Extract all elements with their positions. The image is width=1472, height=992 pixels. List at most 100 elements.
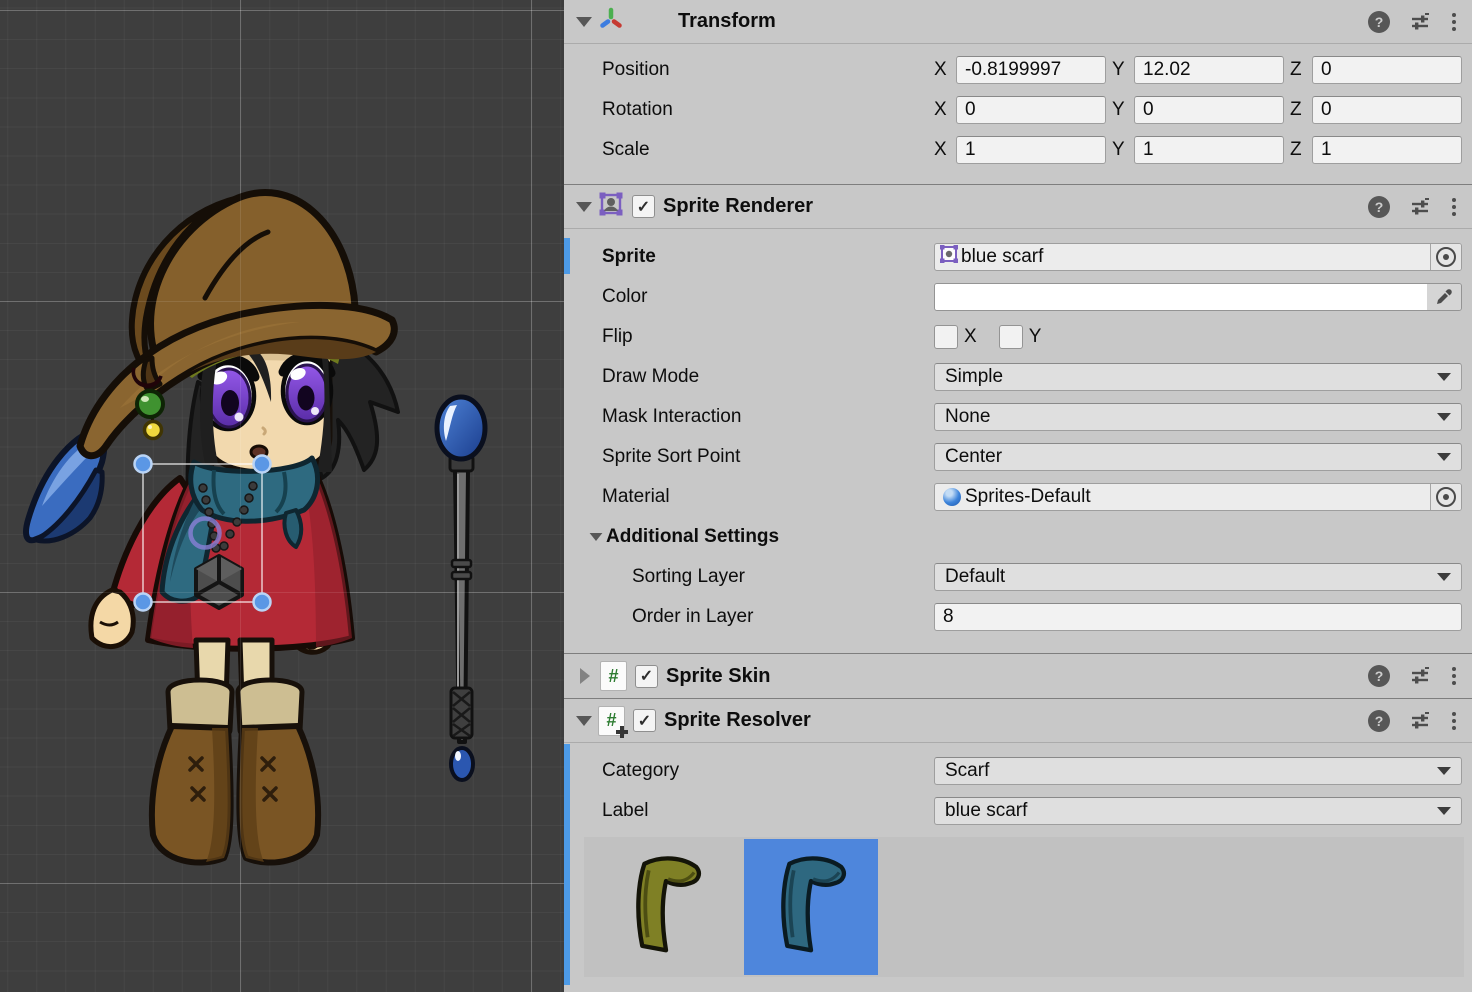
object-picker-button[interactable] (1430, 484, 1461, 510)
sprite-label: Sprite (602, 246, 934, 268)
position-row: Position X -0.8199997 Y 12.02 Z 0 (564, 50, 1472, 90)
foldout-open-icon[interactable] (590, 533, 603, 541)
category-row: Category Scarf (564, 751, 1472, 791)
dropdown-arrow-icon (1437, 373, 1451, 381)
presets-icon[interactable] (1410, 666, 1430, 686)
position-x-field[interactable]: -0.8199997 (956, 56, 1106, 84)
scale-row: Scale X 1 Y 1 Z 1 (564, 130, 1472, 170)
override-bar-sprite-resolver (564, 744, 570, 985)
help-icon[interactable]: ? (1368, 665, 1390, 687)
color-row: Color (564, 277, 1472, 317)
draw-mode-row: Draw Mode Simple (564, 357, 1472, 397)
axis-z-label: Z (1290, 99, 1306, 121)
mask-interaction-row: Mask Interaction None (564, 397, 1472, 437)
order-in-layer-row: Order in Layer 8 (564, 597, 1472, 637)
dropdown-arrow-icon (1437, 453, 1451, 461)
sprite-renderer-enabled-checkbox[interactable]: ✓ (632, 195, 655, 218)
additional-settings-label: Additional Settings (606, 526, 779, 548)
sprite-renderer-component: ✓ Sprite Renderer ? Sprite (564, 184, 1472, 653)
order-in-layer-field[interactable]: 8 (934, 603, 1462, 631)
sorting-layer-row: Sorting Layer Default (564, 557, 1472, 597)
sprite-variant-strip (584, 837, 1464, 977)
material-label: Material (602, 486, 934, 508)
body (91, 466, 352, 863)
staff-gem (451, 748, 473, 780)
sprite-resolver-title: Sprite Resolver (664, 709, 811, 732)
flip-row: Flip X Y (564, 317, 1472, 357)
material-sphere-icon (943, 488, 961, 506)
rotation-z-field[interactable]: 0 (1312, 96, 1462, 124)
sprite-sort-point-row: Sprite Sort Point Center (564, 437, 1472, 477)
rotation-y-field[interactable]: 0 (1134, 96, 1284, 124)
sprite-object-field[interactable]: blue scarf (934, 243, 1462, 271)
transform-header[interactable]: Transform ? (564, 0, 1472, 44)
help-icon[interactable]: ? (1368, 710, 1390, 732)
scene-sprites (0, 0, 564, 992)
color-field[interactable] (934, 283, 1462, 311)
eyedropper-button[interactable] (1427, 284, 1461, 310)
help-icon[interactable]: ? (1368, 196, 1390, 218)
inspector-panel: Transform ? Position (564, 0, 1472, 992)
component-menu-icon[interactable] (1450, 665, 1458, 687)
sprite-sort-point-dropdown[interactable]: Center (934, 443, 1462, 471)
presets-icon[interactable] (1410, 711, 1430, 731)
flip-y-label: Y (1029, 326, 1042, 348)
sprite-resolver-component: # ✓ Sprite Resolver ? (564, 698, 1472, 977)
sprite-renderer-header[interactable]: ✓ Sprite Renderer ? (564, 185, 1472, 229)
sorting-layer-label: Sorting Layer (602, 566, 934, 588)
staff-sprite[interactable] (437, 397, 485, 780)
thumbnail-green-scarf[interactable] (599, 839, 733, 975)
component-menu-icon[interactable] (1450, 11, 1458, 33)
scale-y-field[interactable]: 1 (1134, 136, 1284, 164)
presets-icon[interactable] (1410, 197, 1430, 217)
color-swatch[interactable] (935, 284, 1427, 310)
sprite-renderer-title: Sprite Renderer (663, 195, 813, 218)
label-row: Label blue scarf (564, 791, 1472, 831)
sprite-resolver-header[interactable]: # ✓ Sprite Resolver ? (564, 699, 1472, 743)
axis-x-label: X (934, 59, 950, 81)
axis-y-label: Y (1112, 59, 1128, 81)
flip-y-checkbox[interactable] (999, 325, 1023, 349)
foldout-open-icon[interactable] (576, 716, 592, 726)
blue-scarf-thumbnail-icon (757, 847, 865, 967)
mask-interaction-dropdown[interactable]: None (934, 403, 1462, 431)
scale-z-field[interactable]: 1 (1312, 136, 1462, 164)
sprite-skin-header[interactable]: # ✓ Sprite Skin ? (564, 654, 1472, 698)
draw-mode-dropdown[interactable]: Simple (934, 363, 1462, 391)
script-icon: # (600, 661, 627, 691)
presets-icon[interactable] (1410, 12, 1430, 32)
rotation-x-field[interactable]: 0 (956, 96, 1106, 124)
scale-x-field[interactable]: 1 (956, 136, 1106, 164)
position-y-field[interactable]: 12.02 (1134, 56, 1284, 84)
component-menu-icon[interactable] (1450, 710, 1458, 732)
foldout-closed-icon[interactable] (580, 668, 590, 684)
character-sprite-wizard-girl[interactable] (26, 192, 398, 862)
material-row: Material Sprites-Default (564, 477, 1472, 517)
flip-x-checkbox[interactable] (934, 325, 958, 349)
position-z-field[interactable]: 0 (1312, 56, 1462, 84)
sprite-skin-enabled-checkbox[interactable]: ✓ (635, 665, 658, 688)
component-menu-icon[interactable] (1450, 196, 1458, 218)
scene-view[interactable] (0, 0, 564, 992)
material-object-field[interactable]: Sprites-Default (934, 483, 1462, 511)
green-scarf-thumbnail-icon (612, 847, 720, 967)
foldout-open-icon[interactable] (576, 202, 592, 212)
axis-x-label: X (934, 139, 950, 161)
foldout-open-icon[interactable] (576, 17, 592, 27)
help-icon[interactable]: ? (1368, 11, 1390, 33)
additional-settings-foldout[interactable]: Additional Settings (564, 517, 1472, 557)
flip-x-label: X (964, 326, 977, 348)
label-dropdown[interactable]: blue scarf (934, 797, 1462, 825)
dropdown-arrow-icon (1437, 413, 1451, 421)
transform-component: Transform ? Position (564, 0, 1472, 184)
category-dropdown[interactable]: Scarf (934, 757, 1462, 785)
draw-mode-label: Draw Mode (602, 366, 934, 388)
thumbnail-blue-scarf-selected[interactable] (744, 839, 878, 975)
object-picker-button[interactable] (1430, 244, 1461, 270)
sprite-skin-component: # ✓ Sprite Skin ? (564, 653, 1472, 698)
axis-z-label: Z (1290, 139, 1306, 161)
sprite-resolver-enabled-checkbox[interactable]: ✓ (633, 709, 656, 732)
transform-icon (598, 6, 624, 38)
sprite-sort-point-label: Sprite Sort Point (602, 446, 934, 468)
sorting-layer-dropdown[interactable]: Default (934, 563, 1462, 591)
